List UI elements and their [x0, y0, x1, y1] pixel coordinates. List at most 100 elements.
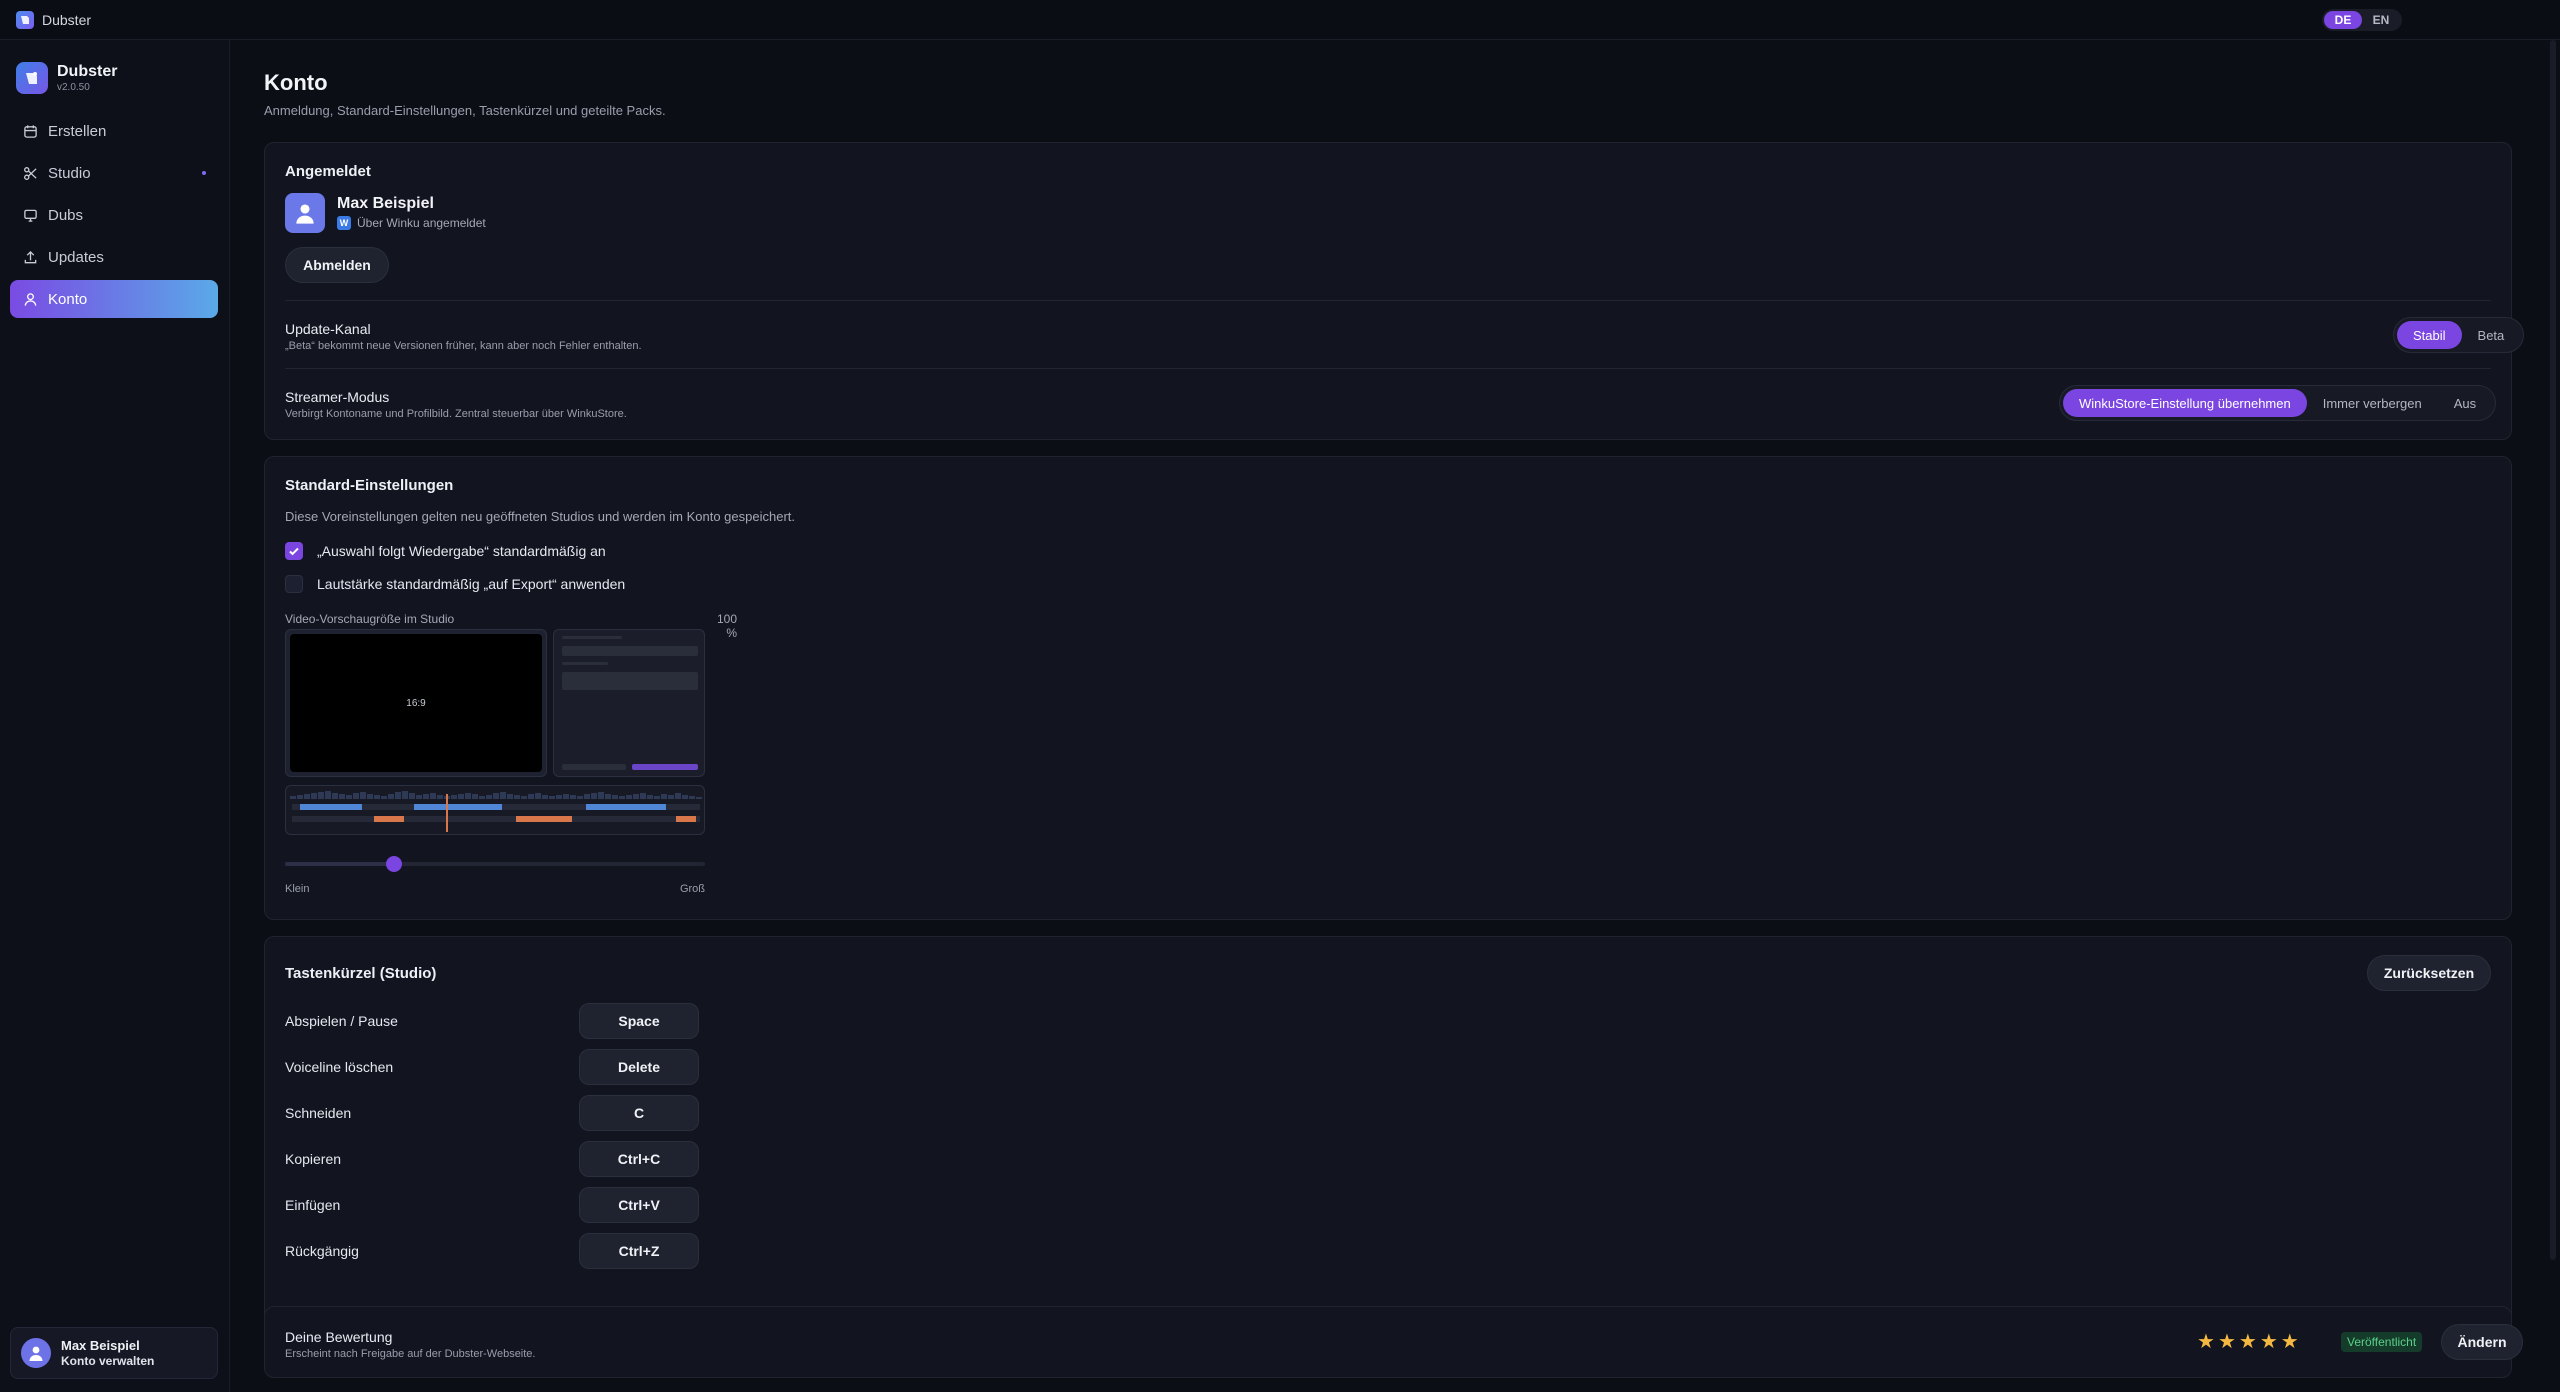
profile-avatar [285, 193, 325, 233]
rating-hint: Erscheint nach Freigabe auf der Dubster-… [285, 1348, 536, 1360]
channel-stable-button[interactable]: Stabil [2397, 321, 2462, 349]
default-settings-title: Standard-Einstellungen [285, 477, 454, 494]
sidebar-item-updates[interactable]: Updates [10, 238, 218, 276]
sidebar-nav: Erstellen Studio Dubs Updates Konto [10, 112, 218, 322]
brand-name: Dubster [57, 63, 118, 80]
preview-size-value: 100 % [716, 612, 737, 640]
default-settings-card: Standard-Einstellungen Diese Voreinstell… [264, 456, 2512, 920]
timeline-mockup [285, 785, 705, 835]
sidebar-item-dubs[interactable]: Dubs [10, 196, 218, 234]
shortcut-label: Einfügen [285, 1197, 341, 1213]
video-aspect-label: 16:9 [290, 634, 542, 772]
studio-preview-mockup: 16:9 [285, 629, 705, 835]
preview-size-label: Video-Vorschaugröße im Studio [285, 612, 455, 626]
sidebar-item-label: Konto [48, 290, 88, 308]
follow-playback-checkbox-row[interactable]: „Auswahl folgt Wiedergabe“ standardmäßig… [285, 542, 606, 560]
lang-en-button[interactable]: EN [2362, 11, 2400, 29]
checkbox-label: „Auswahl folgt Wiedergabe“ standardmäßig… [317, 543, 606, 559]
update-channel-toggle[interactable]: Stabil Beta [2393, 317, 2525, 353]
star-icon[interactable]: ★ [2281, 1329, 2299, 1354]
logout-button[interactable]: Abmelden [285, 247, 389, 283]
sidebar: Dubster v2.0.50 Erstellen Studio Dubs Up… [0, 40, 230, 1392]
app-version: v2.0.50 [57, 82, 90, 93]
reset-shortcuts-button[interactable]: Zurücksetzen [2367, 955, 2491, 991]
slider-fill [285, 862, 395, 866]
sidebar-item-label: Erstellen [48, 122, 107, 140]
checkbox-unchecked[interactable] [285, 575, 303, 593]
account-card-title: Angemeldet [285, 163, 371, 180]
avatar [21, 1338, 51, 1368]
default-settings-hint: Diese Voreinstellungen gelten neu geöffn… [285, 509, 796, 524]
status-badge: Veröffentlicht [2341, 1332, 2423, 1352]
app-logo-icon [16, 11, 34, 29]
user-name: Max Beispiel [61, 1338, 140, 1353]
side-panel-mockup [553, 629, 705, 777]
preview-size-slider[interactable] [285, 856, 705, 872]
slider-min-label: Klein [285, 883, 310, 895]
streamer-off-button[interactable]: Aus [2438, 389, 2492, 417]
account-card: Angemeldet Max Beispiel W Über Winku ang… [264, 142, 2525, 440]
brand: Dubster v2.0.50 [16, 62, 117, 94]
page-title: Konto [264, 70, 328, 95]
change-rating-button[interactable]: Ändern [2441, 1324, 2523, 1360]
main-content: Konto Anmeldung, Standard-Einstellungen,… [230, 40, 2560, 1392]
star-icon[interactable]: ★ [2239, 1329, 2257, 1354]
volume-export-checkbox-row[interactable]: Lautstärke standardmäßig „auf Export“ an… [285, 575, 625, 593]
shortcut-label: Abspielen / Pause [285, 1013, 398, 1029]
shortcut-key-button[interactable]: Ctrl+Z [579, 1233, 699, 1269]
profile-name: Max Beispiel [337, 195, 434, 212]
page-scrollbar[interactable] [2550, 40, 2556, 1260]
divider [285, 300, 2491, 301]
brand-logo-icon [16, 62, 48, 94]
upload-icon [22, 249, 38, 265]
sidebar-item-erstellen[interactable]: Erstellen [10, 112, 218, 150]
streamer-mode-label: Streamer-Modus [285, 389, 390, 405]
sidebar-item-label: Studio [48, 164, 91, 182]
update-channel-label: Update-Kanal [285, 321, 371, 337]
video-preview-frame: 16:9 [285, 629, 547, 777]
app-title: Dubster [42, 12, 92, 28]
shortcut-key-button[interactable]: Ctrl+V [579, 1187, 699, 1223]
streamer-mode-hint: Verbirgt Kontoname und Profilbild. Zentr… [285, 408, 627, 420]
lang-de-button[interactable]: DE [2324, 11, 2362, 29]
rating-card: Deine Bewertung Erscheint nach Freigabe … [264, 1306, 2523, 1378]
divider [285, 368, 2491, 369]
notification-dot [202, 171, 206, 175]
streamer-mode-toggle[interactable]: WinkuStore-Einstellung übernehmen Immer … [2059, 385, 2497, 421]
user-account-card[interactable]: Max Beispiel Konto verwalten [10, 1327, 218, 1379]
streamer-always-hide-button[interactable]: Immer verbergen [2307, 389, 2438, 417]
star-icon[interactable]: ★ [2260, 1329, 2278, 1354]
user-icon [22, 291, 38, 307]
star-icon[interactable]: ★ [2197, 1329, 2215, 1354]
shortcut-key-button[interactable]: C [579, 1095, 699, 1131]
sidebar-item-label: Updates [48, 248, 104, 266]
shortcut-key-button[interactable]: Delete [579, 1049, 699, 1085]
login-provider-text: Über Winku angemeldet [357, 216, 486, 230]
shortcut-key-button[interactable]: Space [579, 1003, 699, 1039]
rating-title: Deine Bewertung [285, 1329, 393, 1345]
shortcuts-title: Tastenkürzel (Studio) [285, 965, 437, 982]
scissors-icon [22, 165, 38, 181]
language-switch[interactable]: DE EN [2322, 9, 2402, 31]
sidebar-item-konto[interactable]: Konto [10, 280, 218, 318]
star-icon[interactable]: ★ [2218, 1329, 2236, 1354]
streamer-winkustore-button[interactable]: WinkuStore-Einstellung übernehmen [2063, 389, 2307, 417]
monitor-icon [22, 207, 38, 223]
channel-beta-button[interactable]: Beta [2462, 321, 2521, 349]
slider-thumb[interactable] [386, 856, 403, 872]
shortcut-key-button[interactable]: Ctrl+C [579, 1141, 699, 1177]
update-channel-hint: „Beta“ bekommt neue Versionen früher, ka… [285, 340, 642, 352]
shortcut-label: Kopieren [285, 1151, 342, 1167]
title-bar: Dubster DE EN [0, 0, 2560, 40]
winku-logo-icon: W [337, 216, 351, 230]
sidebar-item-studio[interactable]: Studio [10, 154, 218, 192]
checkbox-checked[interactable] [285, 542, 303, 560]
checkbox-label: Lautstärke standardmäßig „auf Export“ an… [317, 576, 626, 592]
page-subtitle: Anmeldung, Standard-Einstellungen, Taste… [264, 103, 666, 118]
slider-max-label: Groß [679, 883, 705, 895]
shortcuts-card: Tastenkürzel (Studio) Zurücksetzen Abspi… [264, 936, 2512, 1330]
shortcut-label: Voiceline löschen [285, 1059, 394, 1075]
rating-stars: ★ ★ ★ ★ ★ [2197, 1329, 2302, 1354]
calendar-icon [22, 123, 38, 139]
shortcut-label: Schneiden [285, 1105, 352, 1121]
